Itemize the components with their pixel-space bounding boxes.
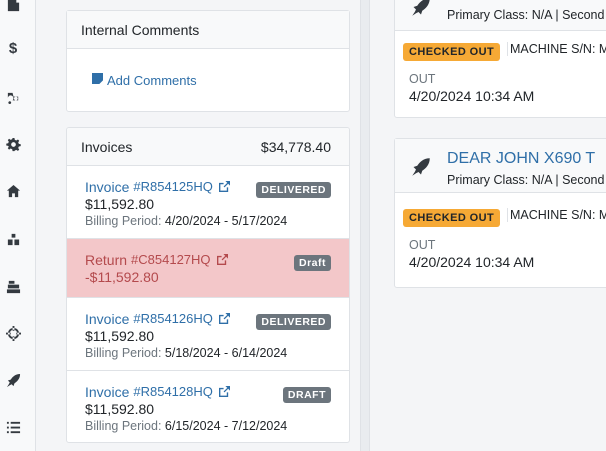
column-resizer[interactable] xyxy=(360,0,370,451)
comments-header: Internal Comments xyxy=(67,11,349,49)
return-row[interactable]: Return #C854127HQ -$11,592.80 Draft xyxy=(67,238,349,297)
invoice-kind: Invoice xyxy=(85,310,130,327)
invoices-card: Invoices $34,778.40 Invoice #R854125HQ $… xyxy=(66,127,350,443)
equipment-card-header: DEAR JOHN X690 T Primary Class: N/A | Se… xyxy=(395,139,606,193)
machine-serial: MACHINE S/N: M xyxy=(507,42,606,56)
invoice-kind: Invoice xyxy=(85,383,130,400)
invoices-header: Invoices $34,778.40 xyxy=(67,128,349,166)
rocket-icon[interactable] xyxy=(5,372,21,388)
equipment-subtitle: Primary Class: N/A | Second xyxy=(447,173,605,187)
out-label: OUT xyxy=(409,238,436,252)
add-comments-label: Add Comments xyxy=(107,72,197,88)
invoice-amount: $11,592.80 xyxy=(85,196,155,212)
equipment-title-link[interactable]: DEAR JOHN X690 T xyxy=(447,150,595,168)
equipment-card-header: Primary Class: N/A | Second xyxy=(395,0,606,31)
invoices-total: $34,778.40 xyxy=(260,138,331,155)
status-badge: DELIVERED xyxy=(256,314,331,330)
invoice-number: #C854127HQ xyxy=(131,252,211,267)
invoice-kind: Invoice xyxy=(85,178,130,195)
internal-comments-card: Internal Comments Add Comments xyxy=(66,10,350,112)
crosshairs-icon[interactable] xyxy=(5,325,21,341)
invoice-row[interactable]: Invoice #R854128HQ $11,592.80 Billing Pe… xyxy=(67,370,349,442)
external-link-icon xyxy=(217,384,230,400)
checked-out-badge: CHECKED OUT xyxy=(403,209,501,227)
home-icon[interactable] xyxy=(5,183,21,199)
external-link-icon xyxy=(215,252,228,268)
invoice-kind: Return xyxy=(85,251,128,268)
building-icon[interactable] xyxy=(5,0,21,12)
rocket-icon xyxy=(411,0,431,17)
invoice-number: #R854126HQ xyxy=(133,311,213,326)
invoice-row[interactable]: Invoice #R854125HQ $11,592.80 Billing Pe… xyxy=(67,166,349,238)
out-time: 4/20/2024 10:34 AM xyxy=(409,254,535,270)
invoice-number: #R854128HQ xyxy=(133,384,213,399)
equipment-subtitle: Primary Class: N/A | Second xyxy=(447,8,605,22)
tractor-icon[interactable] xyxy=(5,89,21,105)
equipment-card: Primary Class: N/A | Second CHECKED OUT … xyxy=(394,0,606,118)
note-icon xyxy=(92,71,103,89)
checked-out-badge: CHECKED OUT xyxy=(403,43,501,61)
invoice-number: #R854125HQ xyxy=(133,179,213,194)
billing-period: Billing Period: 4/20/2024 - 5/17/2024 xyxy=(85,214,288,228)
cash-register-icon[interactable] xyxy=(5,278,21,294)
invoices-title: Invoices xyxy=(81,138,133,155)
list-icon[interactable] xyxy=(5,419,21,435)
status-badge: DRAFT xyxy=(282,387,331,403)
sidebar-nav: $ xyxy=(0,0,36,451)
warehouse-icon[interactable] xyxy=(5,231,21,247)
dollar-icon[interactable]: $ xyxy=(5,41,21,57)
machine-serial: MACHINE S/N: M xyxy=(507,208,606,222)
return-amount: -$11,592.80 xyxy=(85,269,159,285)
rocket-icon xyxy=(411,157,431,177)
invoice-row[interactable]: Invoice #R854126HQ $11,592.80 Billing Pe… xyxy=(67,297,349,370)
out-label: OUT xyxy=(409,72,436,86)
external-link-icon xyxy=(217,179,230,195)
external-link-icon xyxy=(217,311,230,327)
gear-icon[interactable] xyxy=(5,136,21,152)
status-badge: Draft xyxy=(293,255,331,271)
billing-period: Billing Period: 5/18/2024 - 6/14/2024 xyxy=(85,346,288,360)
equipment-card: DEAR JOHN X690 T Primary Class: N/A | Se… xyxy=(394,138,606,288)
invoice-amount: $11,592.80 xyxy=(85,328,155,344)
comments-title: Internal Comments xyxy=(81,21,200,38)
out-time: 4/20/2024 10:34 AM xyxy=(409,88,535,104)
status-badge: DELIVERED xyxy=(256,182,331,198)
add-comments-link[interactable]: Add Comments xyxy=(92,71,197,89)
billing-period: Billing Period: 6/15/2024 - 7/12/2024 xyxy=(85,419,288,433)
invoice-amount: $11,592.80 xyxy=(85,401,155,417)
